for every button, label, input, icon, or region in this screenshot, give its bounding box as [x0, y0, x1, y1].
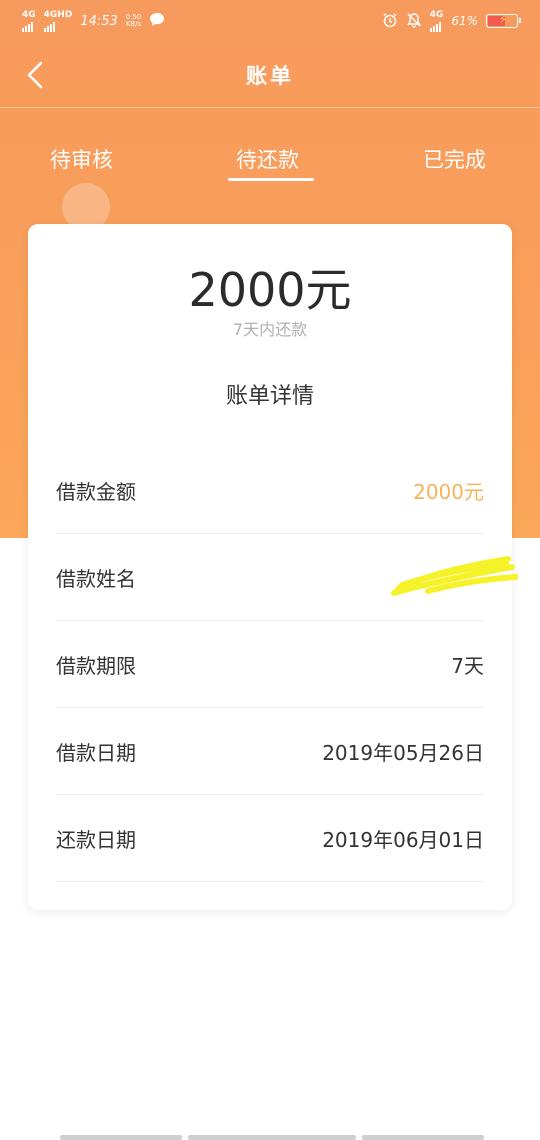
redacted-name-scribble: [374, 556, 518, 597]
status-left: 4G 4GHD 14:53 0.50 KB/s: [22, 9, 165, 32]
network-label-3: 4G: [429, 9, 444, 20]
nav-bar: 账单: [0, 42, 540, 108]
active-tab-indicator: [228, 178, 314, 181]
signal-bars-icon: [43, 20, 55, 32]
detail-list: 借款金额 2000元 借款姓名 借款期限 7天 借款日期 2019年05月26日: [56, 447, 518, 882]
signal-3: 4G: [429, 9, 444, 32]
row-label: 还款日期: [56, 827, 136, 852]
detail-row-borrower-name: 借款姓名: [56, 534, 518, 621]
signal-2: 4GHD: [43, 9, 73, 32]
row-value: 2019年05月26日: [322, 740, 484, 765]
network-label-2: 4GHD: [43, 9, 73, 20]
battery-percent: 61%: [451, 14, 478, 28]
detail-row-loan-amount: 借款金额 2000元: [56, 447, 484, 534]
signal-bars-icon: [429, 20, 441, 32]
chat-bubble-icon: [149, 12, 165, 30]
battery-icon: ⚡: [486, 13, 521, 28]
network-speed: 0.50 KB/s: [126, 14, 142, 28]
tab-pending-repayment[interactable]: 待还款: [236, 144, 299, 174]
bottom-nav-hint: [60, 1135, 484, 1140]
detail-row-loan-term: 借款期限 7天: [56, 621, 484, 708]
speed-unit: KB/s: [125, 20, 142, 28]
tab-completed[interactable]: 已完成: [423, 144, 486, 174]
alarm-icon: [382, 12, 398, 31]
network-label-1: 4G: [22, 9, 36, 20]
signal-bars-icon: [22, 20, 33, 32]
page-title: 账单: [246, 64, 294, 88]
tab-bar: 待审核 待还款 已完成: [0, 108, 540, 188]
status-bar: 4G 4GHD 14:53 0.50 KB/s 4G 61% ⚡: [0, 0, 540, 42]
charging-bolt-icon: ⚡: [499, 13, 507, 26]
repay-deadline-note: 7天内还款: [232, 320, 308, 339]
status-right: 4G 61% ⚡: [382, 9, 521, 32]
bell-off-icon: [406, 12, 422, 31]
detail-row-repay-date: 还款日期 2019年06月01日: [56, 795, 484, 882]
row-value: 7天: [451, 653, 484, 678]
row-label: 借款日期: [56, 740, 136, 765]
detail-row-loan-date: 借款日期 2019年05月26日: [56, 708, 484, 795]
row-label: 借款金额: [56, 479, 136, 504]
row-label: 借款姓名: [56, 566, 136, 591]
tab-pending-review[interactable]: 待审核: [50, 144, 113, 174]
page: 4G 4GHD 14:53 0.50 KB/s 4G 61% ⚡ 账单 待审核 …: [0, 0, 540, 1140]
row-value: 2000元: [413, 479, 484, 504]
row-label: 借款期限: [56, 653, 136, 678]
detail-heading: 账单详情: [225, 384, 314, 409]
bill-card: 2000元 7天内还款 账单详情 借款金额 2000元 借款姓名 借款期限 7天: [28, 224, 518, 910]
clock: 14:53: [80, 13, 118, 29]
signal-1: 4G: [22, 9, 36, 32]
bill-amount: 2000元: [188, 263, 352, 317]
row-value: 2019年06月01日: [322, 827, 484, 852]
